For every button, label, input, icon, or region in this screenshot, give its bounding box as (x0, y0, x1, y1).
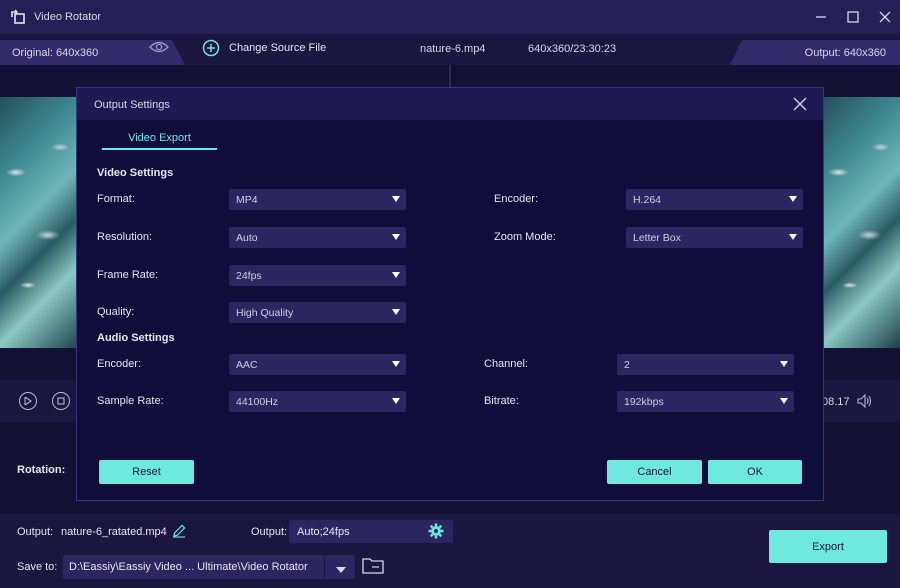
minimize-icon[interactable] (814, 10, 828, 24)
ok-button[interactable]: OK (708, 460, 802, 484)
gear-icon[interactable] (428, 523, 444, 542)
format-value: MP4 (236, 193, 258, 206)
video-encoder-select[interactable]: H.264 (626, 189, 803, 210)
info-bar: Original: 640x360 Change Source File nat… (0, 34, 900, 65)
chevron-down-icon (392, 234, 400, 240)
play-icon[interactable] (19, 392, 37, 410)
zoom-mode-select[interactable]: Letter Box (626, 227, 803, 248)
output-settings-dialog: Output Settings Video Export Video Setti… (76, 87, 824, 501)
chevron-down-icon (789, 234, 797, 240)
reset-button[interactable]: Reset (99, 460, 194, 484)
format-select[interactable]: MP4 (229, 189, 406, 210)
file-meta: 640x360/23:30:23 (528, 43, 617, 55)
resolution-label: Resolution: (97, 231, 153, 243)
rotate-app-icon (10, 9, 26, 25)
quality-label: Quality: (97, 306, 135, 318)
sample-rate-value: 44100Hz (236, 395, 279, 408)
rotation-label: Rotation: (17, 464, 66, 476)
export-button[interactable]: Export (769, 530, 887, 563)
output-resolution-label: Output: 640x360 (804, 46, 886, 59)
save-path-field[interactable]: D:\Eassiy\Eassiy Video ... Ultimate\Vide… (63, 555, 355, 579)
chevron-down-icon (392, 272, 400, 278)
change-source-button[interactable]: Change Source File (202, 39, 326, 57)
chevron-down-icon (780, 398, 788, 404)
file-name: nature-6.mp4 (420, 43, 486, 55)
output-video-preview (823, 97, 900, 348)
frame-rate-select[interactable]: 24fps (229, 265, 406, 286)
bitrate-value: 192kbps (624, 395, 664, 408)
chevron-down-icon (392, 361, 400, 367)
video-encoder-label: Encoder: (494, 193, 539, 205)
close-icon[interactable] (878, 10, 892, 24)
original-video-preview (0, 97, 80, 348)
audio-encoder-select[interactable]: AAC (229, 354, 406, 375)
app-title: Video Rotator (34, 11, 102, 23)
change-source-label: Change Source File (229, 42, 327, 54)
reset-label: Reset (132, 466, 161, 478)
cancel-label: Cancel (637, 466, 672, 478)
channel-label: Channel: (484, 358, 529, 370)
output-tab: Output: 640x360 (730, 40, 900, 65)
channel-select[interactable]: 2 (617, 354, 794, 375)
audio-encoder-label: Encoder: (97, 358, 142, 370)
output-file-name: nature-6_ratated.mp4 (61, 526, 167, 538)
zoom-mode-label: Zoom Mode: (494, 231, 556, 243)
sample-rate-label: Sample Rate: (97, 395, 164, 407)
chevron-down-icon (780, 361, 788, 367)
bitrate-select[interactable]: 192kbps (617, 391, 794, 412)
zoom-mode-value: Letter Box (633, 231, 681, 244)
channel-value: 2 (624, 358, 630, 371)
playback-time: 08.17 (822, 396, 850, 408)
chevron-down-icon (789, 196, 797, 202)
chevron-down-icon (392, 196, 400, 202)
video-encoder-value: H.264 (633, 193, 662, 206)
window-controls (814, 0, 892, 34)
frame-rate-label: Frame Rate: (97, 269, 159, 281)
folder-icon[interactable] (362, 556, 384, 577)
save-path-dropdown-icon[interactable] (336, 564, 346, 576)
chevron-down-icon (392, 309, 400, 315)
edit-icon[interactable] (172, 524, 186, 541)
dialog-close-icon[interactable] (793, 97, 807, 114)
plus-circle-icon (202, 39, 220, 57)
quality-value: High Quality (236, 306, 294, 319)
video-settings-heading: Video Settings (97, 167, 174, 179)
audio-settings-heading: Audio Settings (97, 332, 175, 344)
quality-select[interactable]: High Quality (229, 302, 406, 323)
resolution-value: Auto (236, 231, 258, 244)
ok-label: OK (747, 466, 763, 478)
cancel-button[interactable]: Cancel (607, 460, 702, 484)
volume-icon[interactable] (857, 393, 873, 411)
eye-icon[interactable] (149, 40, 169, 57)
tab-video-export[interactable]: Video Export (102, 128, 217, 150)
format-label: Format: (97, 193, 135, 205)
save-path-value: D:\Eassiy\Eassiy Video ... Ultimate\Vide… (69, 561, 308, 573)
export-label: Export (812, 540, 844, 553)
audio-encoder-value: AAC (236, 358, 258, 371)
output-settings-value: Auto;24fps (297, 525, 350, 538)
save-to-label: Save to: (17, 561, 58, 573)
resolution-select[interactable]: Auto (229, 227, 406, 248)
stop-icon[interactable] (52, 392, 70, 410)
tab-video-export-label: Video Export (128, 132, 191, 144)
chevron-down-icon (392, 398, 400, 404)
dialog-header: Output Settings (77, 88, 823, 120)
output-file-label: Output: (17, 526, 54, 538)
maximize-icon[interactable] (846, 10, 860, 24)
title-bar: Video Rotator (0, 0, 900, 34)
frame-rate-value: 24fps (236, 269, 262, 282)
bottom-bar: Output: nature-6_ratated.mp4 Output: Aut… (0, 514, 900, 588)
sample-rate-select[interactable]: 44100Hz (229, 391, 406, 412)
bitrate-label: Bitrate: (484, 395, 519, 407)
original-label: Original: 640x360 (12, 46, 99, 59)
output-settings-label: Output: (251, 526, 288, 538)
dialog-title: Output Settings (94, 99, 170, 111)
